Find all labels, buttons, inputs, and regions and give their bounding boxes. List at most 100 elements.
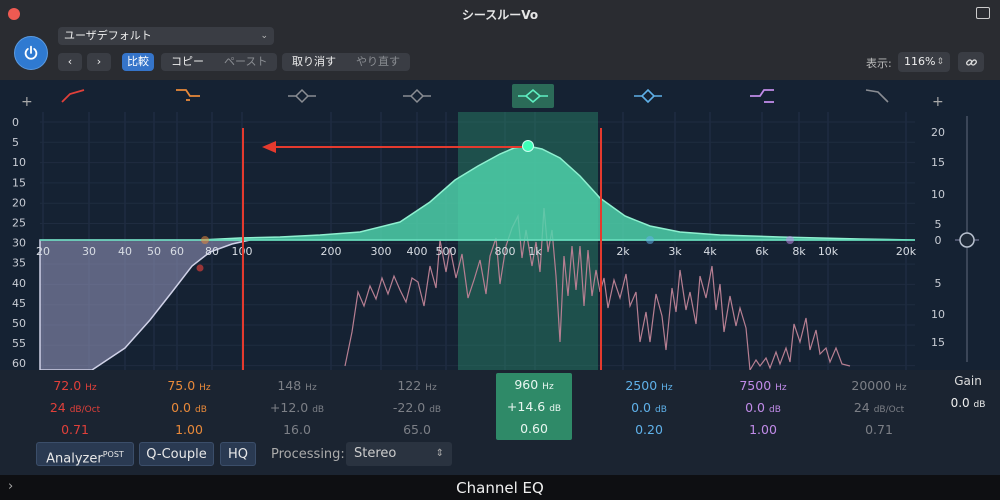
band-q[interactable]: 1.00 xyxy=(144,420,234,440)
next-preset-button[interactable]: › xyxy=(87,53,111,71)
freq-tick-label: 20 xyxy=(36,245,50,258)
freq-tick-label: 500 xyxy=(436,245,457,258)
band-4-parameters[interactable]: 122 Hz -22.0 dB 65.0 xyxy=(372,376,462,440)
band-q[interactable]: 0.60 xyxy=(496,419,572,439)
db-tick-left: 25 xyxy=(12,217,26,230)
eq-graph[interactable]: 2030405060801002003004005008001k2k3k4k6k… xyxy=(0,80,1000,372)
freq-tick-label: 800 xyxy=(495,245,516,258)
preset-name: ユーザデフォルト xyxy=(64,29,152,42)
db-tick-left: 55 xyxy=(12,337,26,350)
bell-icon-band6[interactable] xyxy=(634,88,662,97)
bell-icon-band6-lower xyxy=(641,95,655,104)
band-freq[interactable]: 960 Hz xyxy=(496,375,572,397)
band-freq[interactable]: 2500 Hz xyxy=(604,376,694,398)
previous-preset-button[interactable]: ‹ xyxy=(58,53,82,71)
high-shelf-icon[interactable] xyxy=(750,89,774,97)
band-gain[interactable]: +14.6 dB xyxy=(496,397,572,419)
band-q[interactable]: 0.20 xyxy=(604,420,694,440)
analyzer-button[interactable]: AnalyzerPOST xyxy=(36,442,134,466)
add-band-left-button[interactable]: + xyxy=(21,94,33,110)
band-1-node[interactable] xyxy=(196,264,204,272)
bell-icon-band4[interactable] xyxy=(403,88,431,97)
window-title: シースルーVo xyxy=(461,7,539,22)
db-tick-left: 20 xyxy=(12,196,26,209)
analyzer-label: Analyzer xyxy=(46,451,103,467)
band-gain[interactable]: 0.0 dB xyxy=(604,398,694,420)
eq-window: シースルーVo ユーザデフォルト ⌄ ‹ › 比較 コピー ペースト 取り消す やり… xyxy=(0,0,1000,500)
band-6-parameters[interactable]: 2500 Hz 0.0 dB 0.20 xyxy=(604,376,694,440)
analyzer-mode-label: POST xyxy=(102,450,124,459)
band-gain[interactable]: 0.0 dB xyxy=(718,398,808,420)
band-q[interactable]: 16.0 xyxy=(252,420,342,440)
band-5-node[interactable] xyxy=(522,140,534,152)
low-cut-icon[interactable] xyxy=(61,89,85,103)
q-couple-button[interactable]: Q-Couple xyxy=(139,442,214,466)
freq-tick-label: 4k xyxy=(703,245,717,258)
band-q[interactable]: 65.0 xyxy=(372,420,462,440)
band-gain[interactable]: -22.0 dB xyxy=(372,398,462,420)
band-2-parameters[interactable]: 75.0 Hz 0.0 dB 1.00 xyxy=(144,376,234,440)
freq-tick-label: 200 xyxy=(321,245,342,258)
band-freq[interactable]: 7500 Hz xyxy=(718,376,808,398)
band-5-parameters[interactable]: 960 Hz +14.6 dB 0.60 xyxy=(496,373,572,440)
freq-tick-label: 60 xyxy=(170,245,184,258)
freq-tick-label: 1k xyxy=(528,245,542,258)
db-tick-left: 45 xyxy=(12,297,26,310)
bell-icon-band3[interactable] xyxy=(288,88,316,97)
window-mode-icon[interactable] xyxy=(976,7,990,19)
processing-label: Processing: xyxy=(271,447,345,462)
undo-button[interactable]: 取り消す xyxy=(282,53,346,71)
close-window-button[interactable] xyxy=(8,8,20,20)
processing-select[interactable]: Stereo ⇕ xyxy=(346,442,452,466)
band-gain[interactable]: +12.0 dB xyxy=(252,398,342,420)
gain-slider-thumb[interactable] xyxy=(959,232,975,248)
link-icon xyxy=(965,58,977,66)
band-8-parameters[interactable]: 20000 Hz 24 dB/Oct 0.71 xyxy=(834,376,924,440)
db-tick-right: 10 xyxy=(931,308,945,321)
band-7-parameters[interactable]: 7500 Hz 0.0 dB 1.00 xyxy=(718,376,808,440)
band-freq[interactable]: 148 Hz xyxy=(252,376,342,398)
db-tick-left: 50 xyxy=(12,317,26,330)
band-gain[interactable]: 24 dB/Oct xyxy=(834,398,924,420)
high-cut-icon[interactable] xyxy=(865,89,889,103)
power-button[interactable] xyxy=(14,36,48,70)
band-1-parameters[interactable]: 72.0 Hz 24 dB/Oct 0.71 xyxy=(30,376,120,440)
chevron-right-icon[interactable]: › xyxy=(8,479,13,494)
band-freq[interactable]: 20000 Hz xyxy=(834,376,924,398)
low-shelf-icon[interactable] xyxy=(176,89,200,97)
db-tick-left: 10 xyxy=(12,156,26,169)
freq-tick-label: 2k xyxy=(616,245,630,258)
stepper-icon: ⇕ xyxy=(936,57,944,67)
band-q[interactable]: 0.71 xyxy=(30,420,120,440)
gain-value-number: 0.0 xyxy=(950,396,970,410)
redo-button[interactable]: やり直す xyxy=(346,53,410,71)
compare-button[interactable]: 比較 xyxy=(122,53,154,71)
add-band-right-button[interactable]: + xyxy=(932,94,944,110)
hq-button[interactable]: HQ xyxy=(220,442,256,466)
band-2-node[interactable] xyxy=(201,236,209,244)
db-tick-left: 30 xyxy=(12,237,26,250)
band-6-node[interactable] xyxy=(646,236,654,244)
chevron-down-icon: ⌄ xyxy=(260,31,268,41)
preset-dropdown[interactable]: ユーザデフォルト ⌄ xyxy=(58,27,274,45)
link-button[interactable] xyxy=(958,52,984,72)
zoom-stepper[interactable]: 116% ⇕ xyxy=(898,52,950,72)
eq-graph-canvas[interactable]: 2030405060801002003004005008001k2k3k4k6k… xyxy=(0,80,1000,372)
copy-button[interactable]: コピー xyxy=(161,53,214,71)
paste-button[interactable]: ペースト xyxy=(214,53,277,71)
db-tick-left: 60 xyxy=(12,357,26,370)
band-freq[interactable]: 122 Hz xyxy=(372,376,462,398)
band-freq[interactable]: 72.0 Hz xyxy=(30,376,120,398)
band-q[interactable]: 1.00 xyxy=(718,420,808,440)
power-icon xyxy=(24,45,38,60)
freq-tick-label: 300 xyxy=(371,245,392,258)
gain-value[interactable]: 0.0 dB xyxy=(940,396,996,410)
band-gain[interactable]: 24 dB/Oct xyxy=(30,398,120,420)
band-3-parameters[interactable]: 148 Hz +12.0 dB 16.0 xyxy=(252,376,342,440)
band-freq[interactable]: 75.0 Hz xyxy=(144,376,234,398)
gain-label: Gain xyxy=(954,374,982,388)
band-7-node[interactable] xyxy=(786,236,794,244)
db-tick-left: 40 xyxy=(12,277,26,290)
band-q[interactable]: 0.71 xyxy=(834,420,924,440)
band-gain[interactable]: 0.0 dB xyxy=(144,398,234,420)
